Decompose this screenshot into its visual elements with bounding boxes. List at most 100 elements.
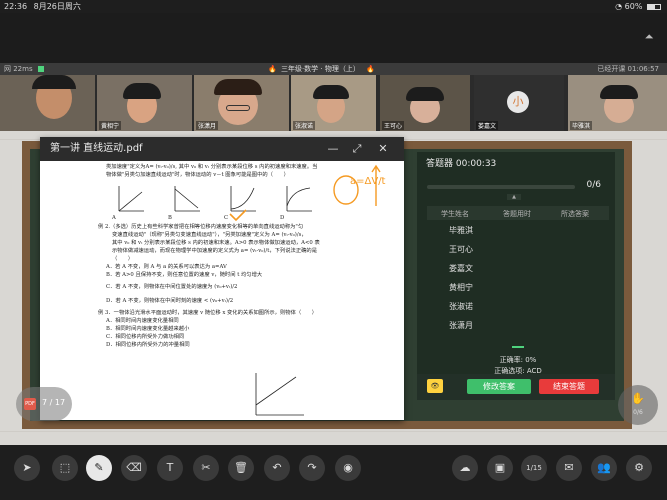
video-tile-student-3[interactable]: 张淑诺: [291, 75, 376, 131]
pdf-line: D．相同位移内所受外力的冲量相同: [106, 342, 190, 348]
text-tool[interactable]: T: [157, 455, 183, 481]
pdf-viewer-window[interactable]: 第一讲 直线运动.pdf — ⤢ ✕ 类加速度"定义为A= (vₜ-v₀)/s,…: [40, 137, 404, 420]
graph-b: [174, 186, 200, 212]
glasses: [226, 105, 250, 111]
student-name: 娄嘉文: [449, 264, 473, 273]
student-name: 毕雅淇: [449, 226, 473, 235]
page-number: 7 / 17: [42, 398, 66, 407]
wifi-icon: ◔: [615, 2, 623, 11]
pdf-title-bar[interactable]: 第一讲 直线运动.pdf — ⤢ ✕: [40, 137, 404, 161]
graph-label-a: A: [112, 215, 116, 221]
student-name: 张淑诺: [449, 302, 473, 311]
class-info-bar: 网 22ms 🔥 三年级·数学 · 物理（上） 🔥 已经开课 01:06:57: [0, 63, 667, 75]
participant-hair: [123, 83, 161, 99]
student-name: 张潇月: [449, 321, 473, 330]
scissors-tool[interactable]: ✂: [193, 455, 219, 481]
pdf-line: D．若 A 不变，则物体在中间时刻的速度 < (v₀+vₜ)/2: [106, 298, 234, 304]
student-name: 黄相宁: [449, 283, 473, 292]
video-name: 王可心: [382, 121, 405, 130]
members-tool[interactable]: 👥: [591, 455, 617, 481]
select-tool[interactable]: ⬚: [52, 455, 78, 481]
answer-stats: 正确率: 0% 正确选项: ACD: [427, 344, 609, 377]
velocity-displacement-graph: [255, 373, 304, 416]
page-indicator[interactable]: PDF 7 / 17: [16, 387, 72, 421]
video-tile-student-2[interactable]: 张潇月: [194, 75, 289, 131]
minimize-icon[interactable]: —: [325, 137, 341, 161]
table-row: 王可心: [427, 240, 609, 259]
record-tool[interactable]: ◉: [335, 455, 361, 481]
cloud-tool[interactable]: ☁: [452, 455, 478, 481]
eraser-tool[interactable]: ⌫: [121, 455, 147, 481]
video-name: 张淑诺: [293, 121, 316, 130]
close-icon[interactable]: ✕: [375, 137, 391, 161]
annotation-formula: a=ΔV/t: [350, 176, 386, 187]
network-latency: 网 22ms: [4, 65, 33, 73]
video-tile-student-1[interactable]: 黄相宁: [97, 75, 192, 131]
answer-panel: 答题器 00:00:33 0/6 ▲ 学生姓名 答题用时 所选答案 毕雅淇 王可…: [417, 152, 615, 400]
video-tile-student-6[interactable]: 毕雅淇: [568, 75, 667, 131]
status-time: 22:36: [4, 2, 28, 11]
pdf-title: 第一讲 直线运动.pdf: [50, 143, 143, 154]
undo-tool[interactable]: ↶: [264, 455, 290, 481]
status-date: 8月26日周六: [33, 2, 81, 11]
video-tile-student-4[interactable]: 王可心: [380, 75, 470, 131]
pdf-line: （ ）: [112, 256, 134, 262]
graph-a: [118, 186, 144, 212]
video-name: 娄嘉文: [476, 121, 499, 130]
camera-toggle-icon[interactable]: ⏶: [643, 31, 655, 43]
answer-progress-track: [427, 185, 575, 189]
status-bar: 22:36 8月26日周六 ◔ 60%: [0, 0, 667, 13]
column-answer-time: 答题用时: [503, 210, 531, 218]
brick-line: [0, 431, 667, 432]
toolbox-tool[interactable]: ▣: [487, 455, 513, 481]
pen-tool[interactable]: ✎: [86, 455, 112, 481]
class-elapsed: 已经开课 01:06:57: [597, 65, 659, 73]
battery-icon: [647, 3, 661, 10]
maximize-icon[interactable]: ⤢: [349, 137, 365, 161]
answer-panel-title: 答题器 00:00:33: [426, 159, 497, 169]
hand-raise-icon: ✋: [631, 392, 645, 405]
pdf-line: 示物体做减速运动，而现在物理学中加速度的定义式为 a= (vₜ-v₀)/t，下列…: [112, 248, 318, 254]
settings-tool[interactable]: ⚙: [626, 455, 652, 481]
video-tile-teacher[interactable]: [0, 75, 95, 131]
participant-hair: [214, 79, 262, 95]
redo-tool[interactable]: ↷: [299, 455, 325, 481]
option-graphs: A B C D a=ΔV/t: [50, 164, 394, 222]
battery-text: 60%: [624, 2, 643, 11]
hand-raise-count: 0/6: [633, 409, 643, 416]
participant-hair: [406, 87, 444, 101]
end-answer-button[interactable]: 结束答题: [539, 379, 599, 394]
pdf-line: B．相同时间内速度变化量越来越小: [106, 326, 190, 332]
pdf-line: 其中 v₀ 和 vₜ 分别表示某段位移 s 内的初速和末速。A>0 表示物体做加…: [112, 240, 320, 246]
video-name: 黄相宁: [99, 121, 122, 130]
check-mark-annotation: [229, 209, 247, 222]
column-student-name: 学生姓名: [441, 210, 469, 218]
participant-hair: [32, 75, 76, 89]
student-name: 王可心: [449, 245, 473, 254]
signal-icon: [37, 66, 44, 72]
pdf-line: A．若 A 不变，则 A 与 a 的关系可以表达为 a=AV: [106, 264, 227, 270]
participant-hair: [600, 85, 638, 99]
video-name: 张潇月: [196, 121, 219, 130]
delete-tool[interactable]: 🗑: [228, 455, 254, 481]
hand-raise-float-button[interactable]: ✋ 0/6: [618, 385, 658, 425]
pdf-page[interactable]: 类加速度"定义为A= (vₜ-v₀)/s, 其中 v₀ 和 vₜ 分别表示某段位…: [40, 161, 404, 420]
class-title: 三年级·数学 · 物理（上）: [280, 65, 360, 73]
pointer-tool[interactable]: ➤: [14, 455, 40, 481]
video-name: 毕雅淇: [570, 121, 593, 130]
pdf-line: 变速直线运动"（现称"另类匀变速直线运动"），"另类加速度"定义为 A= (vₜ…: [112, 232, 307, 238]
pdf-line: B．若 A>0 且保持不变，则任意位置的速度 v，随时间 t 均匀增大: [106, 272, 263, 278]
table-row: 娄嘉文: [427, 259, 609, 278]
answer-table-header: 学生姓名 答题用时 所选答案: [427, 206, 609, 220]
flame-icon: 🔥: [268, 65, 277, 73]
collapse-toggle-icon[interactable]: ▲: [507, 194, 521, 200]
timer-tool[interactable]: 1/15: [521, 455, 547, 481]
graph-label-b: B: [168, 215, 172, 221]
camera-area: ⏶: [0, 13, 667, 63]
modify-answer-button[interactable]: 修改答案: [467, 379, 531, 394]
eye-icon[interactable]: 👁: [427, 379, 443, 393]
table-row: 黄相宁: [427, 278, 609, 297]
video-tile-student-5[interactable]: 小 娄嘉文: [474, 75, 564, 131]
chat-tool[interactable]: ✉: [556, 455, 582, 481]
avatar: 小: [507, 91, 529, 113]
